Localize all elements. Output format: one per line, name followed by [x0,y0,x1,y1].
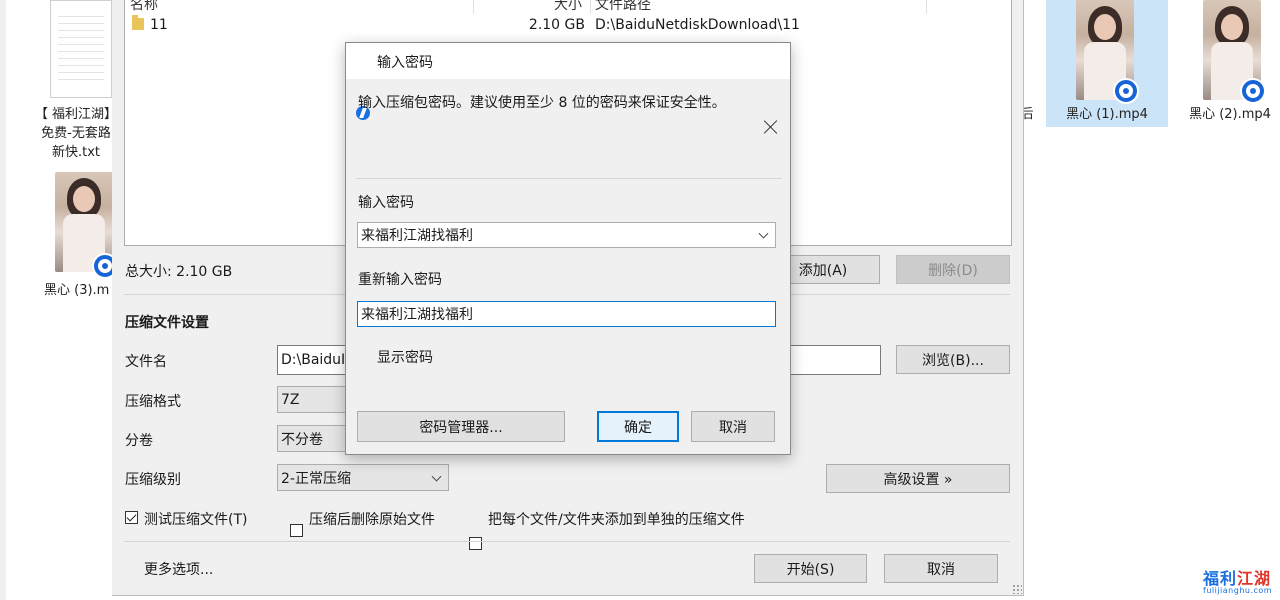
file-row-size: 2.10 GB [528,17,585,33]
column-header-size[interactable]: 大小 [554,0,582,14]
volume-select-value: 不分卷 [281,431,323,448]
watermark-url: fulijianghu.com [1203,586,1273,595]
chevron-down-icon[interactable] [758,228,769,239]
confirm-password-label: 重新输入密码 [358,272,442,288]
filename-label: 文件名 [125,354,167,370]
show-password-label[interactable]: 显示密码 [377,347,433,367]
file-row-path: D:\BaiduNetdiskDownload\11 [595,17,800,33]
test-archive-label[interactable]: 测试压缩文件(T) [144,509,247,529]
video-file-label[interactable]: 黑心 (2).mp4 [1180,105,1280,124]
video-file-label[interactable]: 黑心 (1).mp4 [1046,105,1168,124]
total-size: 总大小: 2.10 GB [125,264,233,280]
text-file-label[interactable]: 【 福利江湖】 免费-无套路 新快.txt [30,105,122,162]
more-options-label[interactable]: 更多选项... [144,559,213,579]
volume-label: 分卷 [125,433,153,449]
file-row-name[interactable]: 11 [150,17,168,33]
cancel-button[interactable]: 取消 [884,554,998,583]
column-header-name[interactable]: 名称 [130,0,158,14]
password-description: 输入压缩包密码。建议使用至少 8 位的密码来保证安全性。 [358,95,726,111]
column-separator [926,0,927,14]
ok-button[interactable]: 确定 [597,411,679,442]
password-input-value: 来福利江湖找福利 [361,228,473,244]
browse-button[interactable]: 浏览(B)... [896,345,1010,374]
folder-icon [132,15,144,30]
text-file-label-line-3: 新快.txt [51,145,101,160]
separate-archives-checkbox[interactable] [469,537,482,550]
video-file-label[interactable]: 黑心 (3).m [30,281,112,300]
divider [356,178,782,179]
delete-button[interactable]: 删除(D) [896,255,1010,284]
confirm-password-input[interactable]: 来福利江湖找福利 [357,301,776,327]
format-select-value: 7Z [281,391,300,408]
advanced-settings-button[interactable]: 高级设置 » [826,464,1010,493]
resize-grip[interactable] [1012,584,1022,594]
level-select-value: 2-正常压缩 [281,470,351,487]
column-separator [590,0,591,14]
delete-after-label[interactable]: 压缩后删除原始文件 [309,509,435,529]
text-file-lines [58,10,104,80]
text-file-label-line-1: 【 福利江湖】 [34,107,118,122]
password-input[interactable]: 来福利江湖找福利 [357,222,776,248]
level-select[interactable]: 2-正常压缩 [277,464,449,491]
video-player-icon [1240,78,1266,104]
password-cancel-button[interactable]: 取消 [691,411,775,442]
password-dialog-title: 输入密码 [377,55,433,71]
test-archive-checkbox[interactable] [125,511,138,524]
divider [124,541,1010,542]
text-file-label-line-2: 免费-无套路 [41,126,111,141]
delete-after-checkbox[interactable] [290,524,303,537]
password-manager-button[interactable]: 密码管理器... [357,411,565,442]
close-icon[interactable] [764,120,778,134]
window-edge [0,0,6,600]
video-player-icon [1113,78,1139,104]
separate-archives-label[interactable]: 把每个文件/文件夹添加到单独的压缩文件 [488,509,745,529]
column-separator [473,0,474,14]
start-button[interactable]: 开始(S) [754,554,867,583]
column-header-path[interactable]: 文件路径 [595,0,651,14]
level-label: 压缩级别 [125,472,181,488]
settings-title: 压缩文件设置 [125,315,209,331]
chevron-down-icon [431,471,442,482]
format-label: 压缩格式 [125,394,181,410]
password-label: 输入密码 [358,195,414,211]
